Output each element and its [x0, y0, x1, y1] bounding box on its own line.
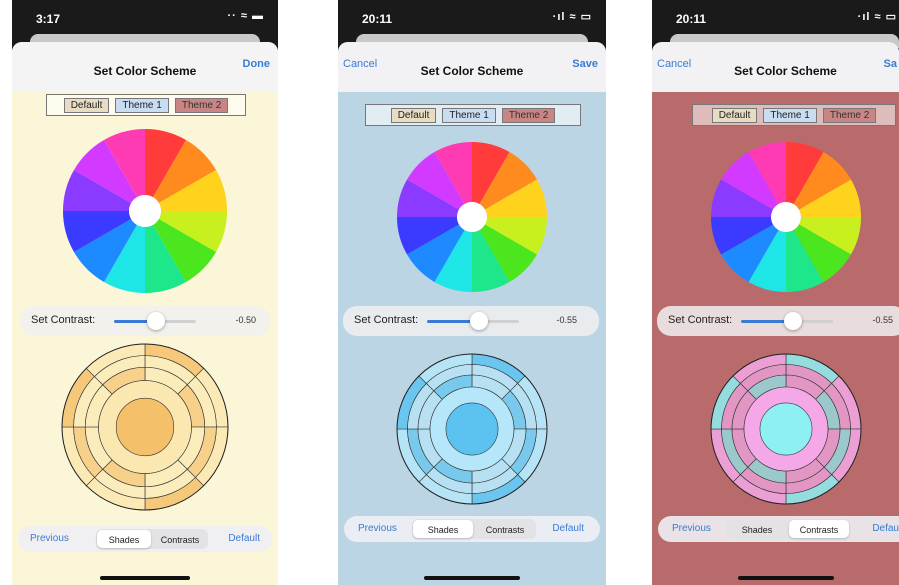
previous-button[interactable]: Previous — [672, 523, 711, 534]
phone-screen-2: 20:11 ·ıl ≈ ▭ Cancel Set Color Scheme Sa… — [338, 0, 606, 585]
segment-shades[interactable]: Shades — [97, 530, 151, 548]
theme-2-button[interactable]: Theme 2 — [174, 97, 229, 113]
shades-contrasts-segmented: Shades Contrasts — [96, 529, 208, 549]
previous-button[interactable]: Previous — [358, 523, 397, 534]
page-title: Set Color Scheme — [734, 64, 837, 78]
theme-1-button[interactable]: Theme 1 — [763, 107, 817, 123]
shade-center[interactable] — [759, 402, 813, 456]
home-indicator — [738, 576, 834, 580]
default-button[interactable]: Default — [228, 533, 260, 544]
theme-default-button[interactable]: Default — [63, 97, 110, 113]
theme-selector: Default Theme 1 Theme 2 — [365, 104, 581, 126]
theme-selector: Default Theme 1 Theme 2 — [692, 104, 896, 126]
slider-thumb[interactable] — [470, 312, 488, 330]
status-time: 20:11 — [362, 12, 393, 26]
home-indicator — [424, 576, 520, 580]
home-indicator — [100, 576, 190, 580]
wheel-center — [129, 195, 161, 227]
bottom-toolbar: Previous Shades Contrasts Default — [658, 516, 899, 542]
contrast-value: -0.55 — [556, 315, 577, 325]
segment-shades[interactable]: Shades — [413, 520, 473, 538]
contrast-label: Set Contrast: — [668, 314, 733, 326]
page-title: Set Color Scheme — [93, 64, 197, 78]
shade-center[interactable] — [115, 397, 175, 457]
status-icons: ·· ≈ ▬ — [227, 10, 264, 22]
theme-default-button[interactable]: Default — [711, 107, 758, 123]
contrast-row: Set Contrast: -0.50 — [20, 306, 270, 336]
page-title: Set Color Scheme — [420, 64, 524, 78]
theme-1-button[interactable]: Theme 1 — [442, 107, 496, 123]
contrast-slider[interactable] — [741, 312, 833, 330]
segment-shades[interactable]: Shades — [727, 520, 787, 538]
contrast-value: -0.55 — [872, 315, 893, 325]
color-wheel[interactable] — [60, 126, 230, 296]
wheel-center — [457, 202, 487, 232]
contrast-value: -0.50 — [235, 315, 256, 325]
segment-contrasts[interactable]: Contrasts — [475, 520, 535, 538]
color-scheme-sheet: Cancel Set Color Scheme Sa Default Theme… — [652, 42, 899, 585]
theme-2-button[interactable]: Theme 2 — [822, 107, 877, 123]
shade-wheel[interactable] — [709, 352, 863, 506]
previous-button[interactable]: Previous — [30, 533, 69, 544]
contrast-label: Set Contrast: — [354, 314, 419, 326]
done-button[interactable]: Done — [243, 58, 271, 70]
status-time: 20:11 — [676, 12, 707, 26]
color-scheme-sheet: Set Color Scheme Done Default Theme 1 Th… — [12, 42, 278, 585]
status-time: 3:17 — [36, 12, 61, 26]
shade-wheel[interactable] — [60, 342, 230, 512]
phone-screen-1: 3:17 ·· ≈ ▬ Set Color Scheme Done Defaul… — [12, 0, 278, 585]
contrast-label: Set Contrast: — [31, 314, 96, 326]
segment-contrasts[interactable]: Contrasts — [789, 520, 849, 538]
nav-bar: Cancel Set Color Scheme Sa — [652, 42, 899, 92]
bottom-toolbar: Previous Shades Contrasts Default — [344, 516, 600, 542]
color-wheel[interactable] — [709, 140, 863, 294]
default-button[interactable]: Default — [872, 523, 899, 534]
slider-thumb[interactable] — [147, 312, 165, 330]
save-button[interactable]: Sa — [884, 58, 897, 70]
contrast-slider[interactable] — [427, 312, 519, 330]
slider-thumb[interactable] — [784, 312, 802, 330]
wheel-center — [771, 202, 801, 232]
shades-contrasts-segmented: Shades Contrasts — [412, 519, 536, 539]
default-button[interactable]: Default — [552, 523, 584, 534]
shades-contrasts-segmented: Shades Contrasts — [726, 519, 850, 539]
contrast-row: Set Contrast: -0.55 — [657, 306, 899, 336]
color-wheel[interactable] — [395, 140, 549, 294]
theme-1-button[interactable]: Theme 1 — [115, 97, 169, 113]
theme-selector: Default Theme 1 Theme 2 — [46, 94, 246, 116]
color-scheme-sheet: Cancel Set Color Scheme Save Default The… — [338, 42, 606, 585]
phone-screen-3: 20:11 ·ıl ≈ ▭ Cancel Set Color Scheme Sa… — [652, 0, 899, 585]
theme-default-button[interactable]: Default — [390, 107, 437, 123]
segment-contrasts[interactable]: Contrasts — [153, 530, 207, 548]
contrast-row: Set Contrast: -0.55 — [343, 306, 599, 336]
shade-wheel[interactable] — [395, 352, 549, 506]
theme-2-button[interactable]: Theme 2 — [501, 107, 556, 123]
save-button[interactable]: Save — [572, 58, 598, 70]
shade-center[interactable] — [445, 402, 499, 456]
status-icons: ·ıl ≈ ▭ — [552, 11, 592, 23]
nav-bar: Set Color Scheme Done — [12, 42, 278, 92]
bottom-toolbar: Previous Shades Contrasts Default — [18, 526, 272, 552]
status-icons: ·ıl ≈ ▭ — [857, 11, 897, 23]
contrast-slider[interactable] — [114, 312, 196, 330]
nav-bar: Cancel Set Color Scheme Save — [338, 42, 606, 92]
